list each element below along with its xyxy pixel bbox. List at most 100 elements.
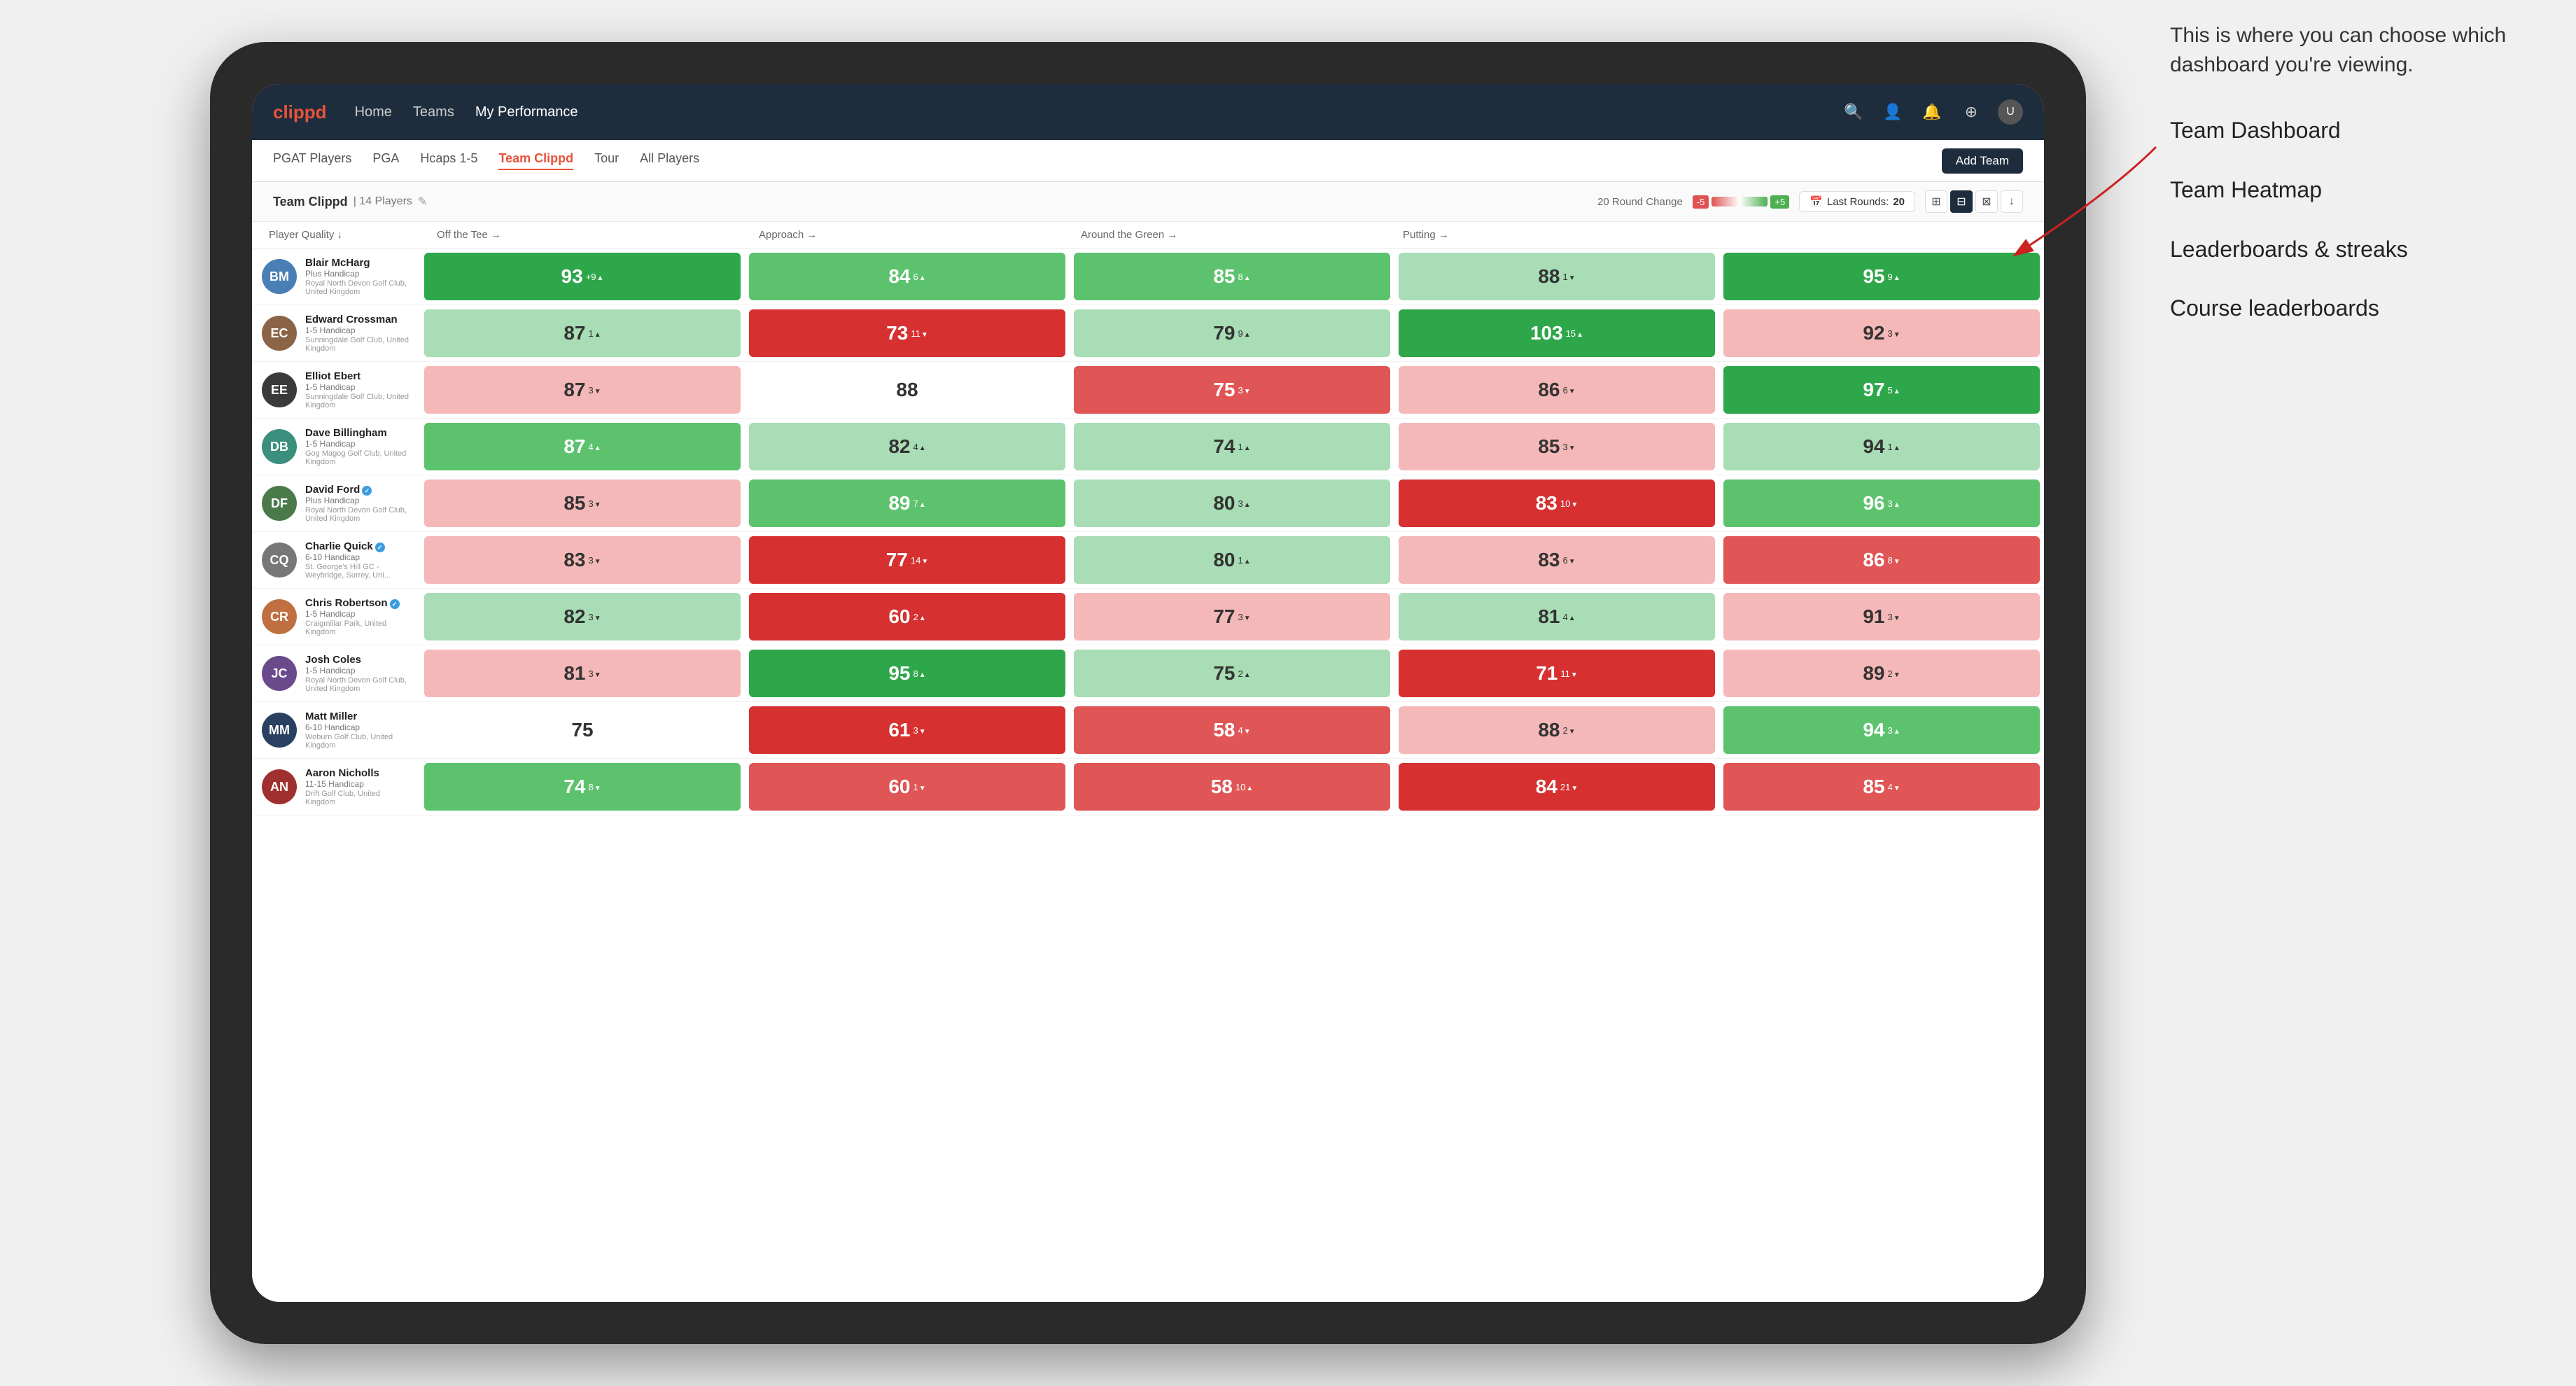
arrow-up-icon (1244, 668, 1251, 679)
col-approach[interactable]: Approach → (749, 222, 1071, 248)
stat-cell[interactable]: 814 (1394, 589, 1719, 645)
stat-cell[interactable]: 7714 (745, 532, 1070, 588)
table-row[interactable]: CQCharlie Quick✓6-10 HandicapSt. George'… (252, 532, 2044, 589)
nav-link-teams[interactable]: Teams (413, 104, 454, 120)
stat-box: 824 (749, 423, 1065, 470)
stat-box: 10315 (1399, 309, 1715, 357)
stat-cell[interactable]: 5810 (1070, 759, 1394, 815)
stat-cell[interactable]: 7111 (1394, 645, 1719, 701)
search-icon[interactable]: 🔍 (1841, 99, 1866, 125)
table-row[interactable]: EEElliot Ebert1-5 HandicapSunningdale Go… (252, 362, 2044, 419)
grid-view-button[interactable]: ⊟ (1950, 190, 1973, 213)
stat-cell[interactable]: 881 (1394, 248, 1719, 304)
sub-nav-pgat[interactable]: PGAT Players (273, 151, 351, 170)
stat-cell[interactable]: 602 (745, 589, 1070, 645)
stat-box: 874 (424, 423, 741, 470)
stat-cell[interactable]: 613 (745, 702, 1070, 758)
stat-cell[interactable]: 963 (1719, 475, 2044, 531)
stat-cell[interactable]: 748 (420, 759, 745, 815)
stat-cell[interactable]: 824 (745, 419, 1070, 475)
player-club: Gog Magog Golf Club, United Kingdom (305, 449, 410, 466)
nav-link-home[interactable]: Home (355, 104, 392, 120)
sub-nav-allplayers[interactable]: All Players (640, 151, 699, 170)
stat-cell[interactable]: 874 (420, 419, 745, 475)
stat-cell[interactable]: 882 (1394, 702, 1719, 758)
table-row[interactable]: ECEdward Crossman1-5 HandicapSunningdale… (252, 305, 2044, 362)
table-row[interactable]: JCJosh Coles1-5 HandicapRoyal North Devo… (252, 645, 2044, 702)
stat-cell[interactable]: 752 (1070, 645, 1394, 701)
stat-cell[interactable]: 7311 (745, 305, 1070, 361)
team-header-right: 20 Round Change -5 +5 📅 Last Rounds: 20 … (1597, 190, 2023, 213)
settings-icon[interactable]: ⊕ (1959, 99, 1984, 125)
stat-box: 753 (1074, 366, 1390, 414)
stat-cell[interactable]: 753 (1070, 362, 1394, 418)
notification-icon[interactable]: 🔔 (1919, 99, 1945, 125)
sub-nav-pga[interactable]: PGA (372, 151, 399, 170)
stat-cell[interactable]: 799 (1070, 305, 1394, 361)
sub-nav-teamclippd[interactable]: Team Clippd (498, 151, 573, 170)
col-around-green[interactable]: Around the Green → (1071, 222, 1393, 248)
stat-cell[interactable]: 873 (420, 362, 745, 418)
stat-cell[interactable]: 93+9 (420, 248, 745, 304)
stat-cell[interactable]: 741 (1070, 419, 1394, 475)
avatar[interactable]: U (1998, 99, 2023, 125)
stat-cell[interactable]: 923 (1719, 305, 2044, 361)
stat-cell[interactable]: 897 (745, 475, 1070, 531)
stat-cell[interactable]: 833 (420, 532, 745, 588)
stat-value: 74 (1213, 435, 1235, 458)
table-row[interactable]: DFDavid Ford✓Plus HandicapRoyal North De… (252, 475, 2044, 532)
stat-box: 801 (1074, 536, 1390, 584)
stat-cell[interactable]: 853 (1394, 419, 1719, 475)
arrow-down-icon (594, 668, 601, 679)
stat-cell[interactable]: 8421 (1394, 759, 1719, 815)
stat-cell[interactable]: 773 (1070, 589, 1394, 645)
list-view-button[interactable]: ⊞ (1925, 190, 1947, 213)
stat-cell[interactable]: 75 (420, 702, 745, 758)
stat-cell[interactable]: 958 (745, 645, 1070, 701)
user-icon[interactable]: 👤 (1880, 99, 1905, 125)
stat-box: 613 (749, 706, 1065, 754)
stat-value: 71 (1536, 662, 1558, 685)
stat-cell[interactable]: 836 (1394, 532, 1719, 588)
table-row[interactable]: BMBlair McHargPlus HandicapRoyal North D… (252, 248, 2044, 305)
stat-cell[interactable]: 913 (1719, 589, 2044, 645)
player-avatar: CQ (262, 542, 297, 578)
stat-cell[interactable]: 846 (745, 248, 1070, 304)
stat-cell[interactable]: 866 (1394, 362, 1719, 418)
sub-nav-hcaps[interactable]: Hcaps 1-5 (420, 151, 477, 170)
stat-cell[interactable]: 10315 (1394, 305, 1719, 361)
stat-cell[interactable]: 584 (1070, 702, 1394, 758)
edit-icon[interactable]: ✎ (418, 195, 427, 209)
table-row[interactable]: CRChris Robertson✓1-5 HandicapCraigmilla… (252, 589, 2044, 645)
sub-nav-tour[interactable]: Tour (594, 151, 619, 170)
stat-cell[interactable]: 868 (1719, 532, 2044, 588)
stat-cell[interactable]: 975 (1719, 362, 2044, 418)
player-details: Aaron Nicholls11-15 HandicapDrift Golf C… (305, 767, 410, 806)
stat-change: 3 (1888, 725, 1900, 736)
stat-box: 897 (749, 479, 1065, 527)
table-row[interactable]: MMMatt Miller6-10 HandicapWoburn Golf Cl… (252, 702, 2044, 759)
stat-cell[interactable]: 8310 (1394, 475, 1719, 531)
stat-cell[interactable]: 892 (1719, 645, 2044, 701)
arrow-down-icon (1244, 725, 1251, 736)
stat-cell[interactable]: 601 (745, 759, 1070, 815)
stat-cell[interactable]: 943 (1719, 702, 2044, 758)
stat-cell[interactable]: 858 (1070, 248, 1394, 304)
stat-cell[interactable]: 854 (1719, 759, 2044, 815)
stat-cell[interactable]: 853 (420, 475, 745, 531)
table-row[interactable]: ANAaron Nicholls11-15 HandicapDrift Golf… (252, 759, 2044, 816)
nav-link-myperformance[interactable]: My Performance (475, 104, 578, 120)
col-off-tee[interactable]: Off the Tee → (427, 222, 749, 248)
stat-cell[interactable]: 803 (1070, 475, 1394, 531)
stat-cell[interactable]: 88 (745, 362, 1070, 418)
col-player-quality[interactable]: Player Quality ↓ (259, 222, 427, 248)
stat-cell[interactable]: 813 (420, 645, 745, 701)
stat-cell[interactable]: 941 (1719, 419, 2044, 475)
last-rounds-button[interactable]: 📅 Last Rounds: 20 (1799, 191, 1915, 212)
stat-cell[interactable]: 871 (420, 305, 745, 361)
col-putting[interactable]: Putting → (1393, 222, 1715, 248)
table-row[interactable]: DBDave Billingham1-5 HandicapGog Magog G… (252, 419, 2044, 475)
arrow-up-icon (594, 442, 601, 452)
stat-cell[interactable]: 801 (1070, 532, 1394, 588)
stat-cell[interactable]: 823 (420, 589, 745, 645)
